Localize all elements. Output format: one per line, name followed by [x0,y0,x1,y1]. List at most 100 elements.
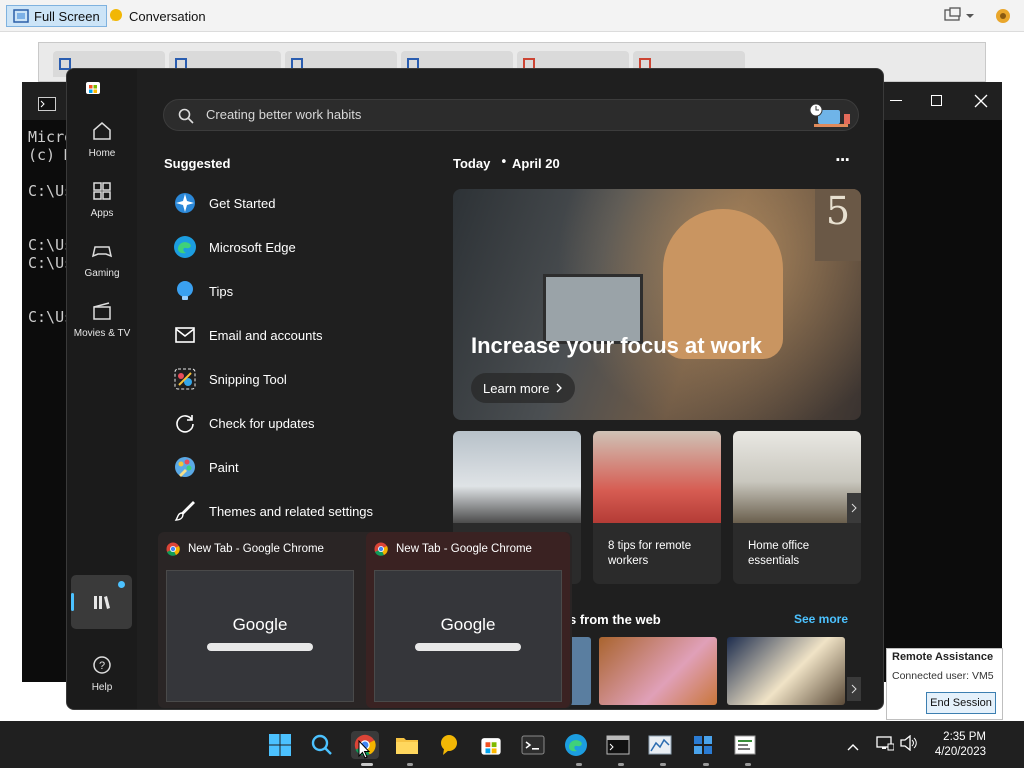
movies-icon [93,301,111,320]
suggested-check-updates[interactable]: Check for updates [171,403,421,443]
web-next-button[interactable] [847,677,861,701]
minimize-button[interactable] [890,100,902,101]
taskbar-store[interactable] [477,731,505,759]
running-indicator [660,763,666,766]
card-caption: Home office essentials [748,540,810,567]
search-icon [178,108,194,124]
edge-icon [565,734,587,756]
date-label: April 20 [512,156,560,171]
learn-more-button[interactable]: Learn more [471,373,576,403]
separator-dot: • [500,155,508,170]
suggested-label: Themes and related settings [209,503,374,519]
conversation-button[interactable]: Conversation [102,5,212,27]
remote-assistance-panel: Remote Assistance Connected user: VM5 En… [886,648,1003,720]
running-indicator [361,763,373,766]
suggested-snipping-tool[interactable]: Snipping Tool [171,359,421,399]
chevron-right-icon [851,503,857,513]
full-screen-button[interactable]: Full Screen [6,5,107,27]
suggested-paint[interactable]: Paint [171,447,421,487]
library-icon [94,596,110,609]
running-indicator [703,763,709,766]
edge-icon [174,236,196,258]
help-settings-icon[interactable] [992,5,1014,30]
taskbar-chat[interactable] [435,731,463,759]
news-card[interactable]: 8 tips for remote workers [593,431,721,584]
conversation-label: Conversation [129,8,206,24]
chrome-preview-thumbnail: Google [166,570,354,702]
start-button[interactable] [266,731,294,759]
home-icon [93,121,111,140]
chrome-preview-thumbnail: Google [374,570,562,702]
close-icon [974,94,988,108]
display-options-icon[interactable] [944,7,974,28]
web-thumbnail[interactable] [599,637,717,705]
suggested-email-accounts[interactable]: Email and accounts [171,315,421,355]
store-icon[interactable] [85,79,101,99]
google-search-bar [207,643,313,651]
store-icon [481,738,501,755]
suggested-get-started[interactable]: Get Started [171,183,421,223]
card-caption: 8 tips for remote workers [608,540,692,567]
web-thumbnail[interactable] [727,637,845,705]
chrome-preview-title: New Tab - Google Chrome [396,543,532,555]
network-icon[interactable] [876,735,895,755]
running-indicator [576,763,582,766]
taskbar-edge[interactable] [562,731,590,759]
remote-assistance-toolbar: Full Screen Conversation [0,0,1024,32]
chevron-right-icon [557,383,563,393]
suggested-microsoft-edge[interactable]: Microsoft Edge [171,227,421,267]
hyperv-icon [694,736,712,754]
suggested-label: Paint [209,459,239,475]
search-box[interactable]: Creating better work habits [163,99,859,131]
taskbar-file-explorer[interactable] [393,731,421,759]
get-started-icon [175,193,195,213]
clock-date: 4/20/2023 [934,746,986,758]
suggested-themes-settings[interactable]: Themes and related settings [171,491,421,531]
connected-user: Connected user: VM5 [892,670,994,682]
snipping-tool-icon [174,368,196,390]
chrome-icon [374,542,388,556]
chrome-preview[interactable]: New Tab - Google Chrome Google [366,532,570,708]
folder-icon [396,738,418,754]
gaming-icon [91,245,113,257]
suggested-tips[interactable]: Tips [171,271,421,311]
clock[interactable]: 2:35 PM 4/20/2023 [935,730,986,760]
close-button[interactable] [974,93,988,112]
running-indicator [407,763,413,766]
cards-next-button[interactable] [847,493,861,523]
help-icon: ? [93,655,111,674]
news-card[interactable]: Home office essentials [733,431,861,584]
suggested-heading: Suggested [164,156,231,171]
rail-gaming-label: Gaming [84,267,120,279]
hero-card[interactable]: 5 Increase your focus at work Learn more [453,189,861,420]
paint-icon [175,457,195,477]
chat-bubble-icon [441,735,457,755]
suggested-label: Email and accounts [209,327,323,343]
see-more-link[interactable]: See more [794,612,848,626]
taskbar-performance-monitor[interactable] [646,731,674,759]
more-options-button[interactable]: ··· [835,151,850,169]
web-heading: s from the web [569,612,661,627]
rail-gaming[interactable]: Gaming [67,231,137,287]
volume-icon[interactable] [900,734,918,755]
taskbar-command-prompt[interactable] [604,731,632,759]
start-rail: Home Apps Gaming Movies & TV ? Help [67,69,137,709]
taskbar-document[interactable] [731,731,759,759]
rail-movies[interactable]: Movies & TV [67,291,137,347]
console-app-icon [38,96,56,115]
chrome-preview[interactable]: New Tab - Google Chrome Google [158,532,362,708]
card-image [453,431,581,523]
card-image [733,431,861,523]
maximize-button[interactable] [931,95,942,106]
rail-library[interactable] [71,575,132,629]
rail-apps[interactable]: Apps [67,171,137,227]
taskbar-search[interactable] [308,731,336,759]
chevron-right-icon [851,684,857,694]
show-hidden-icons-button[interactable] [846,737,860,756]
taskbar-terminal[interactable] [519,731,547,759]
taskbar-hyperv-manager[interactable] [689,731,717,759]
active-indicator [71,593,74,611]
rail-home[interactable]: Home [67,111,137,167]
rail-help[interactable]: ? Help [67,645,137,701]
end-session-button[interactable]: End Session [926,692,996,714]
